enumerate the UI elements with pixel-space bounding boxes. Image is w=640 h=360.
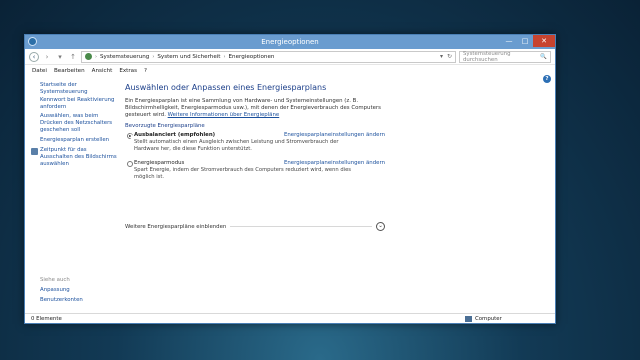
menu-datei[interactable]: Datei bbox=[32, 68, 47, 74]
help-icon[interactable]: ? bbox=[543, 75, 551, 83]
title-bar[interactable]: Energieoptionen — □ ✕ bbox=[25, 35, 555, 49]
control-panel-icon bbox=[85, 53, 92, 60]
up-button[interactable]: ↑ bbox=[68, 52, 78, 62]
refresh-button[interactable]: ↻ bbox=[447, 53, 452, 60]
plan-power-saver-description: Spart Energie, indem der Stromverbrauch … bbox=[134, 167, 351, 180]
plan-power-saver: Energiesparmodus Energiesparplaneinstell… bbox=[125, 160, 385, 180]
search-input[interactable]: Systemsteuerung durchsuchen 🔍 bbox=[459, 50, 551, 63]
minimize-button[interactable]: — bbox=[501, 35, 517, 47]
menu-help[interactable]: ? bbox=[144, 68, 147, 74]
control-panel-icon bbox=[28, 37, 37, 46]
window-title: Energieoptionen bbox=[261, 38, 319, 46]
menu-ansicht[interactable]: Ansicht bbox=[92, 68, 113, 74]
more-plans-label[interactable]: Weitere Energiesparpläne einblenden bbox=[125, 224, 226, 230]
sidebar-link-home[interactable]: Startseite der Systemsteuerung bbox=[40, 82, 120, 96]
sidebar-link-create-plan[interactable]: Energiesparplan erstellen bbox=[40, 137, 120, 144]
navigation-bar: ‹ › ▾ ↑ › Systemsteuerung › System und S… bbox=[25, 49, 555, 65]
breadcrumb-energy-options[interactable]: Energieoptionen bbox=[229, 54, 275, 60]
breadcrumb-control-panel[interactable]: Systemsteuerung bbox=[100, 54, 149, 60]
main-content: Auswählen oder Anpassen eines Energiespa… bbox=[125, 83, 385, 188]
address-dropdown-button[interactable]: ▾ bbox=[440, 53, 443, 60]
forward-button[interactable]: › bbox=[42, 52, 52, 62]
see-also-link-benutzerkonten[interactable]: Benutzerkonten bbox=[40, 297, 120, 304]
plan-power-saver-radio[interactable] bbox=[127, 161, 133, 168]
search-placeholder: Systemsteuerung durchsuchen bbox=[463, 50, 511, 63]
more-plans-row[interactable]: Weitere Energiesparpläne einblenden ⌄ bbox=[125, 222, 385, 231]
see-also-heading: Siehe auch bbox=[40, 277, 70, 283]
plan-balanced-settings-link[interactable]: Energiesparplaneinstellungen ändern bbox=[284, 132, 385, 138]
computer-icon bbox=[465, 315, 472, 322]
status-location: Computer bbox=[475, 315, 502, 322]
address-bar[interactable]: › Systemsteuerung › System und Sicherhei… bbox=[81, 50, 456, 63]
see-also-link-anpassung[interactable]: Anpassung bbox=[40, 287, 120, 294]
back-button[interactable]: ‹ bbox=[29, 51, 39, 62]
sidebar-link-power-button[interactable]: Auswählen, was beim Drücken des Netzscha… bbox=[40, 113, 120, 134]
energy-options-window: Energieoptionen — □ ✕ ‹ › ▾ ↑ › Systemst… bbox=[24, 34, 556, 324]
plan-balanced: Ausbalanciert (empfohlen) Energiesparpla… bbox=[125, 132, 385, 152]
plan-power-saver-settings-link[interactable]: Energiesparplaneinstellungen ändern bbox=[284, 160, 385, 166]
preferred-plans-label: Bevorzugte Energiesparpläne bbox=[125, 123, 205, 129]
breadcrumb-separator: › bbox=[223, 53, 226, 60]
close-button[interactable]: ✕ bbox=[533, 35, 555, 47]
plan-power-saver-name[interactable]: Energiesparmodus bbox=[134, 160, 184, 166]
plan-balanced-name[interactable]: Ausbalanciert (empfohlen) bbox=[134, 132, 215, 138]
breadcrumb-separator: › bbox=[95, 53, 97, 60]
menu-extras[interactable]: Extras bbox=[119, 68, 137, 74]
display-icon bbox=[31, 148, 38, 155]
sidebar: Startseite der Systemsteuerung Kennwort … bbox=[25, 77, 121, 313]
sidebar-link-password-wake[interactable]: Kennwort bei Reaktivierung anfordern bbox=[40, 97, 120, 111]
page-title: Auswählen oder Anpassen eines Energiespa… bbox=[125, 83, 327, 92]
divider bbox=[230, 226, 372, 227]
maximize-button[interactable]: □ bbox=[517, 35, 533, 47]
plan-balanced-description: Stellt automatisch einen Ausgleich zwisc… bbox=[134, 139, 339, 152]
more-info-link[interactable]: Weitere Informationen über Energiepläne bbox=[168, 112, 280, 118]
status-bar: 0 Elemente Computer bbox=[25, 313, 555, 323]
search-icon[interactable]: 🔍 bbox=[540, 54, 547, 60]
menu-bar: Datei Bearbeiten Ansicht Extras ? bbox=[25, 65, 555, 76]
expand-chevron-icon[interactable]: ⌄ bbox=[376, 222, 385, 231]
sidebar-link-display-off[interactable]: Zeitpunkt für das Ausschalten des Bildsc… bbox=[40, 147, 120, 168]
intro-text: Ein Energiesparplan ist eine Sammlung vo… bbox=[125, 98, 385, 119]
breadcrumb-system-security[interactable]: System und Sicherheit bbox=[157, 54, 220, 60]
menu-bearbeiten[interactable]: Bearbeiten bbox=[54, 68, 85, 74]
recent-pages-dropdown[interactable]: ▾ bbox=[55, 52, 65, 62]
breadcrumb-separator: › bbox=[152, 53, 155, 60]
item-count: 0 Elemente bbox=[31, 315, 62, 322]
